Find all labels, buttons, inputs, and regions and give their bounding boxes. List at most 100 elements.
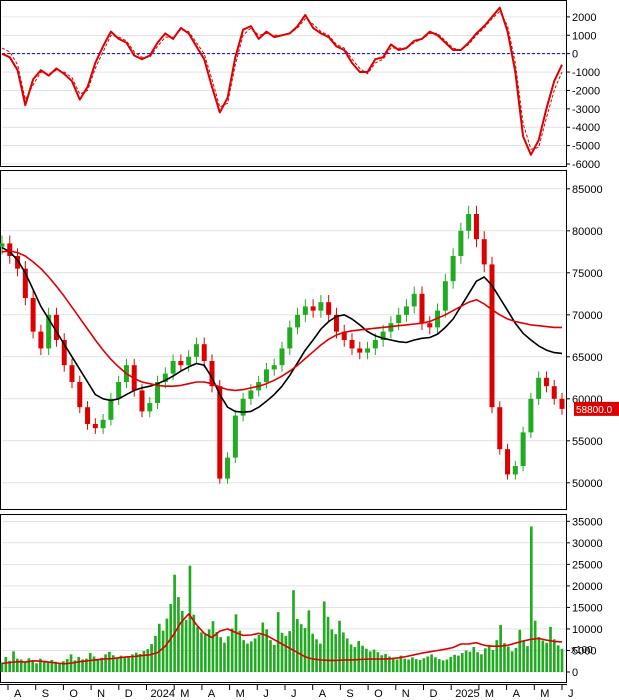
volume-panel: 35000300002500020000150001000050000 x100 (0, 514, 603, 683)
volume-bar (495, 640, 499, 672)
volume-bar (368, 651, 372, 672)
candle-body (302, 306, 308, 315)
volume-bar (476, 652, 479, 672)
candle-body (186, 356, 192, 366)
candle-body (403, 306, 409, 315)
volume-tick-label: 20000 (572, 581, 603, 593)
volume-bar (77, 656, 81, 672)
x-month-label: N (402, 688, 410, 700)
oscillator-frame (0, 0, 567, 167)
volume-bar (556, 645, 560, 672)
x-month-label: D (125, 688, 133, 700)
volume-bar (203, 634, 207, 672)
candle-body (30, 298, 36, 332)
oscillator-tick-label: -3000 (572, 104, 600, 116)
volume-bar (142, 650, 146, 672)
volume-bar (549, 626, 552, 672)
volume-bar (173, 574, 176, 672)
volume-tick-label: 30000 (572, 538, 603, 550)
candle-body (450, 256, 456, 282)
x-year-label: 2025 (455, 688, 479, 700)
volume-bar (326, 616, 330, 672)
candle-body (497, 407, 503, 450)
candle-body (528, 398, 534, 433)
volume-bar (292, 590, 295, 672)
volume-bar (483, 648, 487, 672)
volume-bar (200, 632, 203, 672)
candle-body (147, 403, 153, 412)
volume-bar (391, 657, 395, 672)
stock-chart: 200010000-1000-2000-3000-4000-5000-6000 … (0, 0, 619, 700)
volume-bar (280, 632, 284, 672)
volume-bar (31, 660, 35, 672)
candle-body (396, 314, 402, 324)
volume-bar (552, 639, 556, 672)
volume-bar (296, 619, 299, 672)
candle-body (481, 239, 487, 265)
price-tick-label: 75000 (572, 268, 603, 280)
price-tick-label: 50000 (572, 478, 603, 490)
candle-body (38, 331, 44, 349)
volume-bar (541, 640, 545, 672)
candle-body (85, 407, 91, 424)
oscillator-tick-label: 2000 (572, 12, 596, 24)
candle-body (473, 214, 479, 240)
volume-bar (518, 629, 522, 672)
volume-bar (146, 649, 150, 672)
volume-bar (464, 650, 468, 672)
volume-bar (246, 643, 249, 672)
volume-bar (491, 650, 495, 672)
volume-bar (104, 654, 107, 672)
candle-body (372, 340, 378, 349)
volume-bar (65, 659, 69, 672)
volume-bar (88, 653, 92, 672)
price-frame (0, 170, 567, 510)
x-month-label: O (69, 688, 78, 700)
oscillator-tick-label: -4000 (572, 122, 600, 134)
volume-unit-label: x100 (571, 645, 593, 656)
volume-bar (480, 654, 483, 672)
candle-body (466, 214, 472, 231)
x-month-label: A (208, 688, 216, 700)
volume-bar (514, 647, 518, 672)
candle-body (411, 293, 417, 307)
candle-body (240, 398, 246, 416)
candle-body (427, 323, 433, 328)
x-month-label: N (97, 688, 105, 700)
volume-bar (27, 658, 31, 672)
volume-bar (184, 619, 188, 672)
candle-body (520, 432, 526, 466)
price-y-axis: 8500080000750007000065000600005500050000 (566, 184, 603, 490)
volume-bar (537, 637, 541, 672)
volume-bar (529, 526, 533, 672)
volume-bar (161, 630, 165, 672)
price-tick-label: 65000 (572, 352, 603, 364)
volume-bar (188, 565, 192, 672)
candle-body (108, 398, 114, 420)
candle-body (543, 377, 549, 387)
volume-bar (234, 614, 238, 672)
candle-body (318, 302, 324, 311)
volume-bar (334, 634, 338, 672)
volume-bar (269, 640, 272, 672)
price-ma-fast-line (1, 246, 563, 414)
oscillator-panel: 2000 1000 0 -1000 -2000 -3000 -4000 -5000 -6000 (0, 0, 600, 171)
oscillator-lines (1, 6, 563, 156)
oscillator-tick-label: -6000 (572, 159, 600, 171)
volume-bar (4, 656, 8, 672)
volume-bar (472, 647, 476, 672)
volume-bars (0, 526, 564, 672)
volume-bar (460, 653, 464, 672)
candle-body (193, 344, 199, 357)
volume-bar (253, 638, 257, 672)
x-month-label: A (319, 688, 327, 700)
candle-body (279, 348, 285, 366)
oscillator-tick-label: 0 (572, 49, 578, 61)
volume-bar (261, 622, 265, 672)
candle-body (357, 348, 363, 353)
candle-body (271, 365, 277, 370)
volume-bar (123, 657, 127, 672)
x-month-label: O (374, 688, 383, 700)
candle-body (512, 466, 518, 475)
volume-bar (108, 651, 111, 672)
